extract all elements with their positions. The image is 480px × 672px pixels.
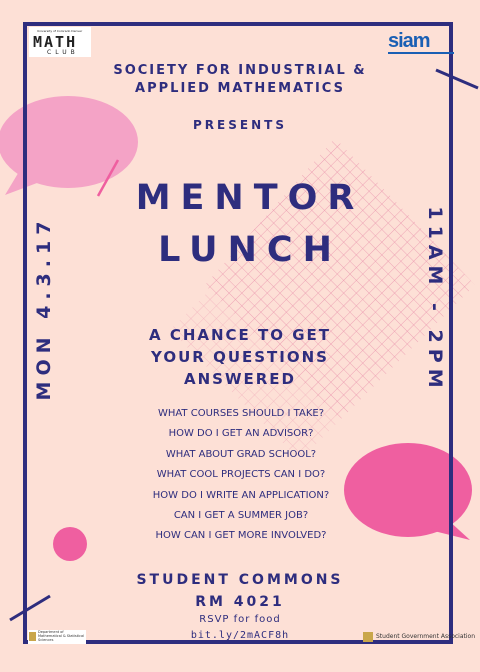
title-lunch: LUNCH [158,230,342,270]
org-name: SOCIETY FOR INDUSTRIAL & APPLIED MATHEMA… [113,63,367,96]
rsvp-text: RSVP for food [199,614,281,625]
question-item: HOW DO I WRITE AN APPLICATION? [152,489,330,501]
question-item: CAN I GET A SUMMER JOB? [173,510,309,522]
question-item: HOW CAN I GET MORE INVOLVED? [155,530,327,542]
presents-label: PRESENTS [193,118,287,132]
question-item: WHAT COOL PROJECTS CAN I DO? [156,469,326,481]
title-mentor: MENTOR [135,178,365,218]
student-government-logo: Student Government Association [362,631,475,643]
location-room: RM 4021 [195,594,285,610]
tagline: A CHANCE TO GET YOUR QUESTIONS ANSWERED [148,326,332,388]
question-item: HOW DO I GET AN ADVISOR? [168,428,314,440]
siam-logo: siam [388,30,454,54]
question-list: WHAT COURSES SHOULD I TAKE? HOW DO I GET… [0,404,480,547]
location-building: STUDENT COMMONS [136,572,344,588]
question-item: WHAT COURSES SHOULD I TAKE? [157,408,325,419]
math-club-logo: University of Colorado Denver MATH CLUB [29,27,91,57]
department-logo: Department of Mathematical & Statistical… [28,630,86,644]
question-item: WHAT ABOUT GRAD SCHOOL? [165,448,317,460]
